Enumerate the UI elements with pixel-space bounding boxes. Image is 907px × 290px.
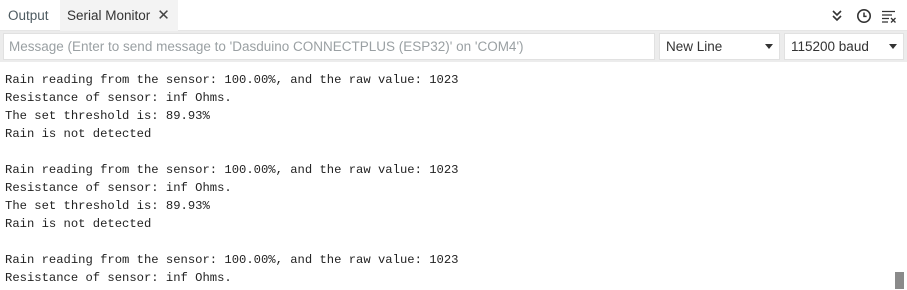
line-ending-value: New Line: [666, 39, 723, 54]
output-line: The set threshold is: 89.93%: [5, 109, 210, 123]
output-line: Rain reading from the sensor: 100.00%, a…: [5, 163, 459, 177]
output-line: Rain reading from the sensor: 100.00%, a…: [5, 73, 459, 87]
output-line: Rain is not detected: [5, 217, 152, 231]
serial-output[interactable]: Rain reading from the sensor: 100.00%, a…: [0, 62, 907, 290]
autoscroll-icon[interactable]: [829, 8, 845, 24]
output-line: Rain reading from the sensor: 100.00%, a…: [5, 253, 459, 267]
line-ending-select[interactable]: New Line: [659, 33, 780, 60]
chevron-down-icon: [765, 44, 773, 49]
baud-rate-select[interactable]: 115200 baud: [784, 33, 904, 60]
message-row: New Line 115200 baud: [0, 31, 907, 62]
output-line: Resistance of sensor: inf Ohms.: [5, 181, 232, 195]
output-line: Resistance of sensor: inf Ohms.: [5, 271, 232, 285]
output-line: Resistance of sensor: inf Ohms.: [5, 91, 232, 105]
close-icon[interactable]: ✕: [157, 0, 170, 31]
tab-serial-monitor-label: Serial Monitor: [67, 8, 151, 23]
panel-tabbar: Output Serial Monitor ✕: [0, 0, 907, 31]
baud-rate-value: 115200 baud: [791, 39, 869, 54]
output-line: The set threshold is: 89.93%: [5, 199, 210, 213]
scrollbar-thumb[interactable]: [895, 272, 904, 289]
tab-serial-monitor[interactable]: Serial Monitor ✕: [60, 0, 178, 31]
output-line: Rain is not detected: [5, 127, 152, 141]
message-input[interactable]: [3, 33, 655, 60]
tab-output[interactable]: Output: [8, 0, 49, 31]
clear-output-icon[interactable]: [881, 8, 897, 24]
timestamp-icon[interactable]: [856, 8, 872, 24]
chevron-down-icon: [889, 44, 897, 49]
